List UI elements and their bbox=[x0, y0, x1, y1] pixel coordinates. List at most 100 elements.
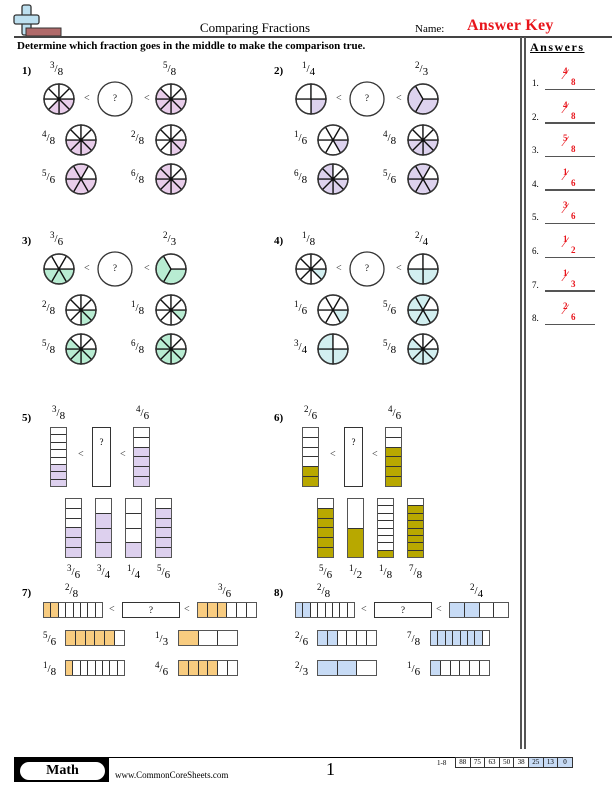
bar-cell bbox=[478, 603, 494, 617]
bar-cell bbox=[134, 428, 149, 437]
subject-badge: Math bbox=[20, 762, 105, 780]
fraction-bar bbox=[377, 498, 394, 558]
bar-cell bbox=[437, 631, 445, 645]
bar-cell bbox=[72, 603, 80, 617]
bar-cell bbox=[336, 661, 357, 675]
fraction-slash: ⁄ bbox=[564, 235, 567, 251]
fraction-circle bbox=[407, 333, 439, 365]
bar-cell bbox=[134, 436, 149, 447]
fraction-label: 1/8 bbox=[302, 230, 316, 248]
bar-cell bbox=[386, 456, 401, 467]
fraction-bar bbox=[197, 602, 257, 618]
header-divider bbox=[14, 36, 612, 38]
fraction-circle bbox=[407, 294, 439, 326]
bar-cell bbox=[408, 549, 423, 557]
site-url[interactable]: www.CommonCoreSheets.com bbox=[115, 770, 228, 780]
bar-cell bbox=[348, 499, 363, 528]
less-than-sign: < bbox=[109, 604, 115, 615]
fraction-bar bbox=[347, 498, 364, 558]
score-cell: 38 bbox=[513, 757, 529, 768]
question-mark: ? bbox=[113, 263, 117, 273]
choice-fraction-label: 1/8 bbox=[379, 563, 393, 581]
fraction-bar bbox=[178, 630, 238, 646]
fraction-circle bbox=[407, 83, 439, 115]
bar-cell bbox=[51, 441, 66, 449]
choice-fraction-label: 2/6 bbox=[295, 630, 309, 648]
answer-number: 2. bbox=[532, 111, 539, 122]
less-than-sign: < bbox=[144, 263, 150, 274]
fraction-circle bbox=[65, 124, 97, 156]
choice-fraction-label: 4/8 bbox=[42, 129, 56, 147]
bar-cell bbox=[356, 631, 366, 645]
bar-cell bbox=[156, 537, 171, 548]
choice-fraction-label: 3/6 bbox=[67, 563, 81, 581]
fraction-circle bbox=[317, 163, 349, 195]
bar-cell bbox=[126, 527, 141, 543]
bar-cell bbox=[198, 603, 207, 617]
fraction-label: 1/4 bbox=[302, 60, 316, 78]
bar-cell bbox=[408, 505, 423, 513]
bar-cell bbox=[104, 631, 115, 645]
bar-cell bbox=[366, 631, 376, 645]
score-cell: 13 bbox=[542, 757, 559, 768]
fraction-bar bbox=[385, 427, 402, 487]
answer-denominator: 8 bbox=[571, 77, 576, 87]
fraction-bar bbox=[133, 427, 150, 487]
bar-cell bbox=[51, 471, 66, 479]
answer-fraction: 5 ⁄ 8 bbox=[561, 133, 581, 155]
bar-cell bbox=[378, 542, 393, 549]
bar-cell bbox=[84, 631, 95, 645]
bar-cell bbox=[303, 446, 318, 457]
score-table: 88 75 63 50 38 25 13 0 bbox=[455, 757, 573, 768]
bar-cell bbox=[481, 631, 489, 645]
bar-cell bbox=[226, 603, 236, 617]
answer-line bbox=[545, 88, 595, 90]
bar-cell bbox=[303, 428, 318, 437]
bar-cell bbox=[386, 436, 401, 447]
bar-cell bbox=[156, 517, 171, 528]
answer-item: 7. 1 ⁄ 3 bbox=[532, 268, 607, 292]
bar-cell bbox=[79, 661, 87, 675]
less-than-sign: < bbox=[84, 263, 90, 274]
fraction-bar bbox=[317, 498, 334, 558]
bar-cell bbox=[79, 603, 87, 617]
choice-fraction-label: 2/8 bbox=[42, 299, 56, 317]
bar-cell bbox=[408, 527, 423, 535]
choice-fraction-label: 5/6 bbox=[43, 630, 57, 648]
problem-number: 2) bbox=[274, 65, 284, 77]
answer-line bbox=[545, 189, 595, 191]
question-mark: ? bbox=[113, 93, 117, 103]
fraction-label: 2/3 bbox=[163, 230, 177, 248]
bar-cell bbox=[386, 466, 401, 477]
bar-cell bbox=[466, 631, 475, 645]
answer-denominator: 6 bbox=[571, 211, 576, 222]
bar-cell bbox=[179, 631, 198, 645]
bar-cell bbox=[156, 507, 171, 518]
fraction-label: 3/6 bbox=[218, 582, 232, 600]
answer-number: 4. bbox=[532, 178, 539, 189]
bar-cell bbox=[206, 603, 217, 617]
bar-cell bbox=[439, 661, 450, 675]
score-cell: 63 bbox=[484, 757, 500, 768]
bar-cell bbox=[51, 434, 66, 441]
choice-fraction-label: 1/8 bbox=[43, 660, 57, 678]
unknown-fraction-box: ? bbox=[122, 602, 180, 618]
answer-item: 4. 1 ⁄ 6 bbox=[532, 167, 607, 191]
fraction-slash: ⁄ bbox=[564, 134, 567, 151]
choice-fraction-label: 6/8 bbox=[131, 338, 145, 356]
bar-cell bbox=[318, 547, 333, 557]
answer-fraction: 1 ⁄ 3 bbox=[561, 268, 581, 290]
question-mark: ? bbox=[365, 263, 369, 273]
fraction-bar bbox=[302, 427, 319, 487]
bar-cell bbox=[326, 631, 337, 645]
less-than-sign: < bbox=[120, 449, 126, 460]
answer-line bbox=[545, 256, 595, 258]
fraction-circle bbox=[155, 253, 187, 285]
fraction-label: 2/3 bbox=[415, 60, 429, 78]
choice-fraction-label: 1/3 bbox=[155, 630, 169, 648]
answers-divider bbox=[524, 37, 526, 749]
choice-fraction-label: 1/8 bbox=[131, 299, 145, 317]
less-than-sign: < bbox=[84, 93, 90, 104]
fraction-label: 3/8 bbox=[52, 404, 66, 422]
bar-cell bbox=[179, 661, 188, 675]
